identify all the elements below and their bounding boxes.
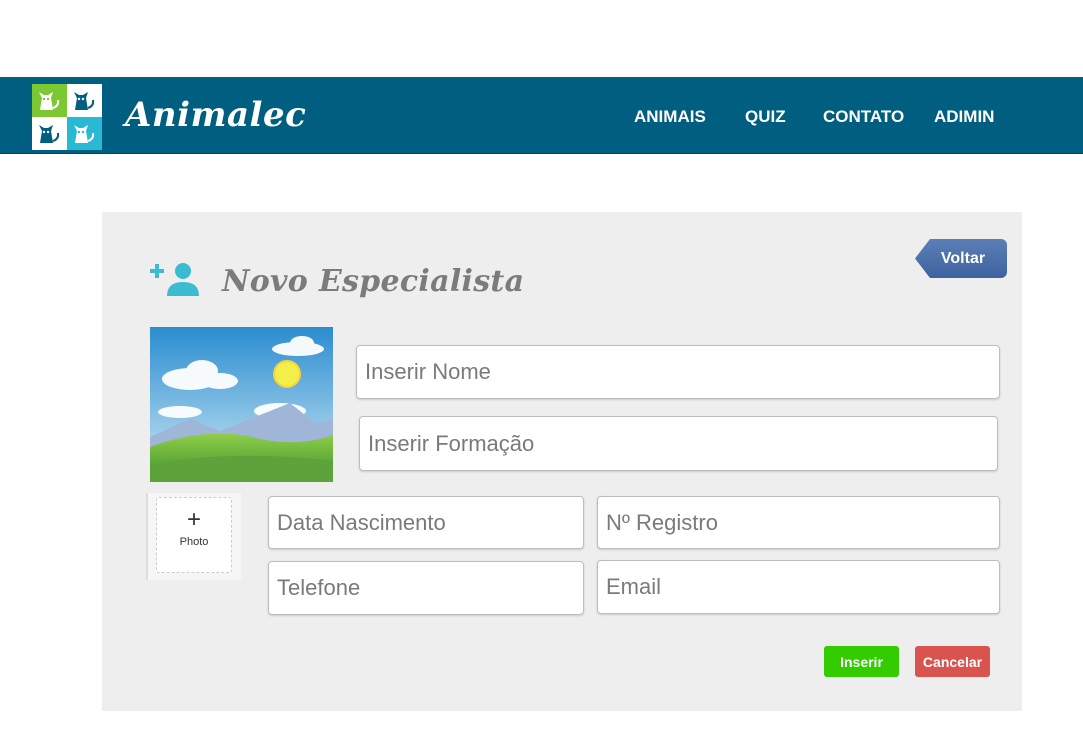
name-input[interactable] [356, 345, 1000, 399]
profile-photo-preview [150, 327, 333, 482]
logo-cell [67, 84, 102, 117]
logo-cell [67, 117, 102, 150]
photo-upload-area: + Photo [146, 493, 241, 580]
nav-link-admin[interactable]: ADIMIN [934, 107, 994, 127]
landscape-placeholder-image [150, 327, 333, 482]
logo[interactable] [32, 84, 102, 150]
insert-button[interactable]: Inserir [824, 646, 899, 677]
birth-date-input[interactable] [268, 496, 584, 549]
nav-link-quiz[interactable]: QUIZ [745, 107, 786, 127]
cat-icon [39, 125, 60, 143]
nav-link-animais[interactable]: ANIMAIS [634, 107, 706, 127]
logo-cell [32, 117, 67, 150]
photo-label: Photo [179, 536, 209, 548]
logo-cell [32, 84, 67, 117]
cat-icon [74, 125, 95, 143]
plus-icon: + [186, 506, 201, 533]
add-user-icon [150, 263, 199, 296]
education-input[interactable] [359, 416, 998, 471]
brand-name[interactable]: Animalec [125, 95, 306, 135]
email-input[interactable] [597, 560, 1000, 614]
cat-icon [39, 92, 60, 110]
page-title: Novo Especialista [222, 264, 525, 299]
registration-number-input[interactable] [597, 496, 1000, 549]
back-button[interactable]: Voltar [915, 239, 1007, 278]
cat-icon [74, 92, 95, 110]
phone-input[interactable] [268, 561, 584, 615]
specialist-form-card: Novo Especialista Voltar + Photo Inserir… [102, 212, 1022, 711]
add-photo-button[interactable]: + Photo [156, 497, 232, 573]
cancel-button[interactable]: Cancelar [915, 646, 990, 677]
top-navbar: Animalec ANIMAIS QUIZ CONTATO ADIMIN [0, 77, 1083, 154]
nav-link-contato[interactable]: CONTATO [823, 107, 904, 127]
